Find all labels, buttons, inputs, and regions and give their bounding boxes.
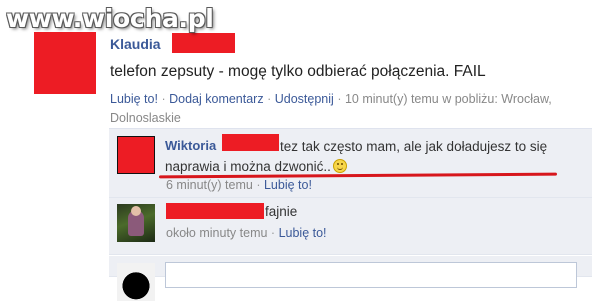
post-like-link[interactable]: Lubię to! bbox=[110, 92, 158, 106]
watermark: www.wiocha.pl bbox=[6, 4, 214, 33]
comment-author-name-redacted bbox=[166, 203, 264, 219]
comment-input[interactable] bbox=[165, 262, 577, 288]
separator: · bbox=[270, 226, 276, 240]
separator: · bbox=[161, 92, 166, 106]
post-share-link[interactable]: Udostępnij bbox=[275, 92, 334, 106]
comment-item: tez tak często mam, ale jak doładujesz t… bbox=[109, 128, 592, 198]
comments-section: tez tak często mam, ale jak doładujesz t… bbox=[109, 128, 592, 301]
comment-input-row bbox=[109, 256, 592, 301]
comment-time: 6 minut(y) temu bbox=[166, 178, 253, 192]
post-message: telefon zepsuty - mogę tylko odbierać po… bbox=[110, 63, 486, 80]
separator: · bbox=[337, 92, 342, 106]
comment-author-name[interactable]: Wiktoria bbox=[165, 138, 216, 153]
viewer-avatar bbox=[117, 263, 155, 301]
separator: · bbox=[267, 92, 272, 106]
comment-meta: około minuty temu · Lubię to! bbox=[166, 226, 327, 240]
separator: · bbox=[256, 178, 261, 192]
comment-author-surname-redacted bbox=[222, 134, 279, 151]
comment-like-link[interactable]: Lubię to! bbox=[264, 178, 312, 192]
comment-item: fajnie około minuty temu · Lubię to! bbox=[109, 198, 592, 255]
post-author-name[interactable]: Klaudia bbox=[110, 36, 161, 52]
post-author-surname-redacted bbox=[172, 33, 235, 53]
post-comment-link[interactable]: Dodaj komentarz bbox=[169, 92, 264, 106]
smiley-icon bbox=[332, 159, 347, 173]
post-meta: Lubię to! · Dodaj komentarz · Udostępnij… bbox=[110, 90, 590, 128]
comment-like-link[interactable]: Lubię to! bbox=[279, 226, 327, 240]
avatar-head bbox=[131, 206, 141, 216]
comment-text: fajnie bbox=[265, 204, 298, 219]
comment-meta: 6 minut(y) temu · Lubię to! bbox=[166, 178, 312, 192]
comment-time: około minuty temu bbox=[166, 226, 268, 240]
post-author-avatar-redacted bbox=[34, 32, 96, 94]
comment-avatar-redacted[interactable] bbox=[117, 136, 155, 174]
comment-avatar[interactable] bbox=[117, 204, 155, 242]
